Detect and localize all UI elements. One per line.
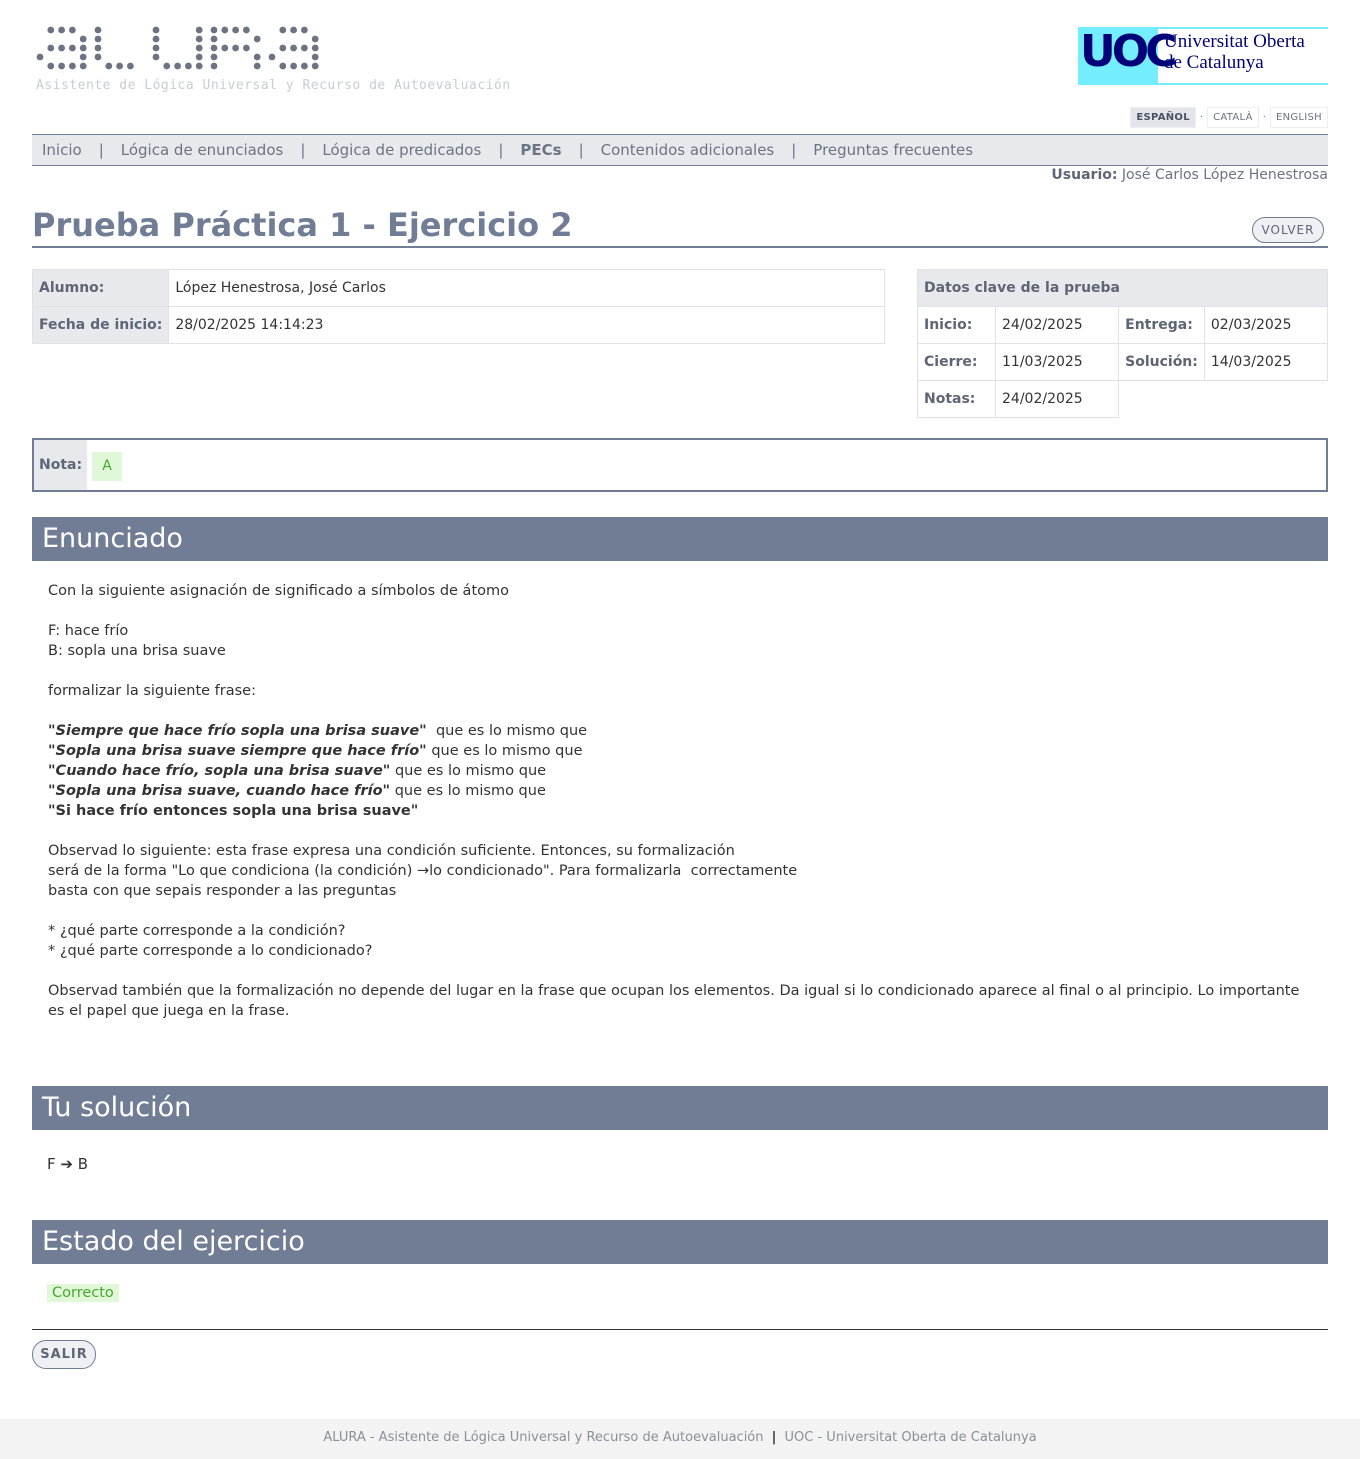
nav-preguntas-frecuentes[interactable]: Preguntas frecuentes [813, 141, 973, 159]
user-info: Usuario: José Carlos López Henestrosa [1051, 167, 1328, 183]
phrase-1: "Siempre que hace frío sopla una brisa s… [48, 723, 588, 739]
uoc-name: Universitat Oberta de Catalunya [1158, 27, 1328, 85]
statement-body: Con la siguiente asignación de significa… [48, 581, 1308, 1021]
grade-box: Nota: A [32, 438, 1328, 492]
nav-pecs[interactable]: PECs [520, 141, 561, 159]
question-2: * ¿qué parte corresponde a lo condiciona… [48, 943, 373, 959]
header: Asistente de Lógica Universal y Recurso … [32, 0, 1328, 130]
observation-1-line-1: Observad lo siguiente: esta frase expres… [48, 843, 735, 859]
arrow-icon: ➔ [60, 1155, 73, 1173]
lang-separator: · [1262, 112, 1266, 123]
language-switcher: ESPAÑOL · CATALÀ · ENGLISH [1130, 107, 1328, 128]
lang-english[interactable]: ENGLISH [1269, 107, 1328, 128]
notas-label: Notas: [917, 380, 996, 418]
uoc-mark: UOC [1078, 26, 1177, 85]
grade-label: Nota: [34, 440, 87, 490]
footer-uoc-link[interactable]: UOC - Universitat Oberta de Catalunya [785, 1430, 1037, 1445]
formalize-instruction: formalizar la siguiente frase: [48, 683, 256, 699]
user-name: José Carlos López Henestrosa [1121, 167, 1328, 183]
footer-alura-link[interactable]: ALURA - Asistente de Lógica Universal y … [323, 1430, 763, 1445]
lang-separator: · [1199, 112, 1204, 123]
title-divider [32, 246, 1328, 248]
atom-f: F: hace frío [48, 623, 129, 639]
nav-contenidos-adicionales[interactable]: Contenidos adicionales [601, 141, 775, 159]
student-name: López Henestrosa, José Carlos [168, 269, 885, 307]
nav-separator: | [578, 141, 584, 159]
start-date: 28/02/2025 14:14:23 [168, 306, 885, 344]
table-row: Inicio: 24/02/2025 Entrega: 02/03/2025 [917, 306, 1329, 344]
back-button[interactable]: VOLVER [1252, 217, 1324, 243]
user-solution: F ➔ B [47, 1155, 88, 1173]
student-info-table: Alumno: López Henestrosa, José Carlos Fe… [31, 269, 885, 344]
entrega-value: 02/03/2025 [1203, 306, 1329, 344]
inicio-value: 24/02/2025 [994, 306, 1120, 344]
grade-value: A [92, 452, 122, 481]
alura-logo[interactable] [36, 24, 326, 74]
cierre-label: Cierre: [917, 343, 996, 381]
solution-left: F [47, 1155, 56, 1173]
observation-1-line-3: basta con que sepais responder a las pre… [48, 883, 397, 899]
section-statement-heading: Enunciado [32, 517, 1328, 561]
uoc-logo[interactable]: UOC Universitat Oberta de Catalunya [1078, 26, 1328, 85]
inicio-label: Inicio: [917, 306, 996, 344]
status-badge: Correcto [47, 1284, 119, 1302]
nav-logica-enunciados[interactable]: Lógica de enunciados [121, 141, 284, 159]
lang-catala[interactable]: CATALÀ [1207, 107, 1259, 128]
phrase-3: "Cuando hace frío, sopla una brisa suave… [48, 763, 547, 779]
nav-separator: | [791, 141, 797, 159]
table-row: Alumno: López Henestrosa, José Carlos [31, 269, 885, 307]
nav-logica-predicados[interactable]: Lógica de predicados [322, 141, 481, 159]
solution-right: B [77, 1155, 89, 1173]
logo-subtitle: Asistente de Lógica Universal y Recurso … [36, 78, 511, 93]
phrase-5: "Si hace frío entonces sopla una brisa s… [48, 803, 419, 819]
key-data-table: Datos clave de la prueba Inicio: 24/02/2… [917, 269, 1329, 418]
key-data-heading: Datos clave de la prueba [917, 269, 1328, 307]
bottom-divider [32, 1329, 1328, 1330]
section-status-heading: Estado del ejercicio [32, 1220, 1328, 1264]
table-row: Fecha de inicio: 28/02/2025 14:14:23 [31, 306, 885, 344]
empty-cell [1119, 381, 1328, 418]
student-name-label: Alumno: [31, 269, 170, 307]
footer: ALURA - Asistente de Lógica Universal y … [0, 1419, 1360, 1459]
arrow-icon: → [417, 863, 430, 879]
nav-separator: | [498, 141, 504, 159]
entrega-label: Entrega: [1118, 306, 1205, 344]
exit-button[interactable]: SALIR [32, 1340, 96, 1369]
start-date-label: Fecha de inicio: [31, 306, 170, 344]
cierre-value: 11/03/2025 [994, 343, 1120, 381]
nav-separator: | [98, 141, 104, 159]
solucion-value: 14/03/2025 [1203, 343, 1329, 381]
table-row: Cierre: 11/03/2025 Solución: 14/03/2025 [917, 343, 1329, 381]
main-nav: Inicio | Lógica de enunciados | Lógica d… [32, 134, 1328, 166]
notas-value: 24/02/2025 [994, 380, 1120, 418]
question-1: * ¿qué parte corresponde a la condición? [48, 923, 346, 939]
footer-separator: | [771, 1430, 777, 1445]
atom-b: B: sopla una brisa suave [48, 643, 226, 659]
statement-intro: Con la siguiente asignación de significa… [48, 583, 509, 599]
observation-1-line-2: será de la forma "Lo que condiciona (la … [48, 863, 798, 879]
solucion-label: Solución: [1118, 343, 1205, 381]
phrase-4: "Sopla una brisa suave, cuando hace frío… [48, 783, 546, 799]
section-solution-heading: Tu solución [32, 1086, 1328, 1130]
user-label: Usuario: [1051, 167, 1118, 183]
page-title: Prueba Práctica 1 - Ejercicio 2 [32, 206, 573, 244]
lang-espanol[interactable]: ESPAÑOL [1130, 107, 1196, 128]
phrase-2: "Sopla una brisa suave siempre que hace … [48, 743, 583, 759]
nav-inicio[interactable]: Inicio [42, 141, 82, 159]
nav-separator: | [300, 141, 306, 159]
table-row: Notas: 24/02/2025 [917, 380, 1328, 418]
observation-2: Observad también que la formalización no… [48, 983, 1300, 1019]
table-row: Datos clave de la prueba [917, 269, 1328, 307]
